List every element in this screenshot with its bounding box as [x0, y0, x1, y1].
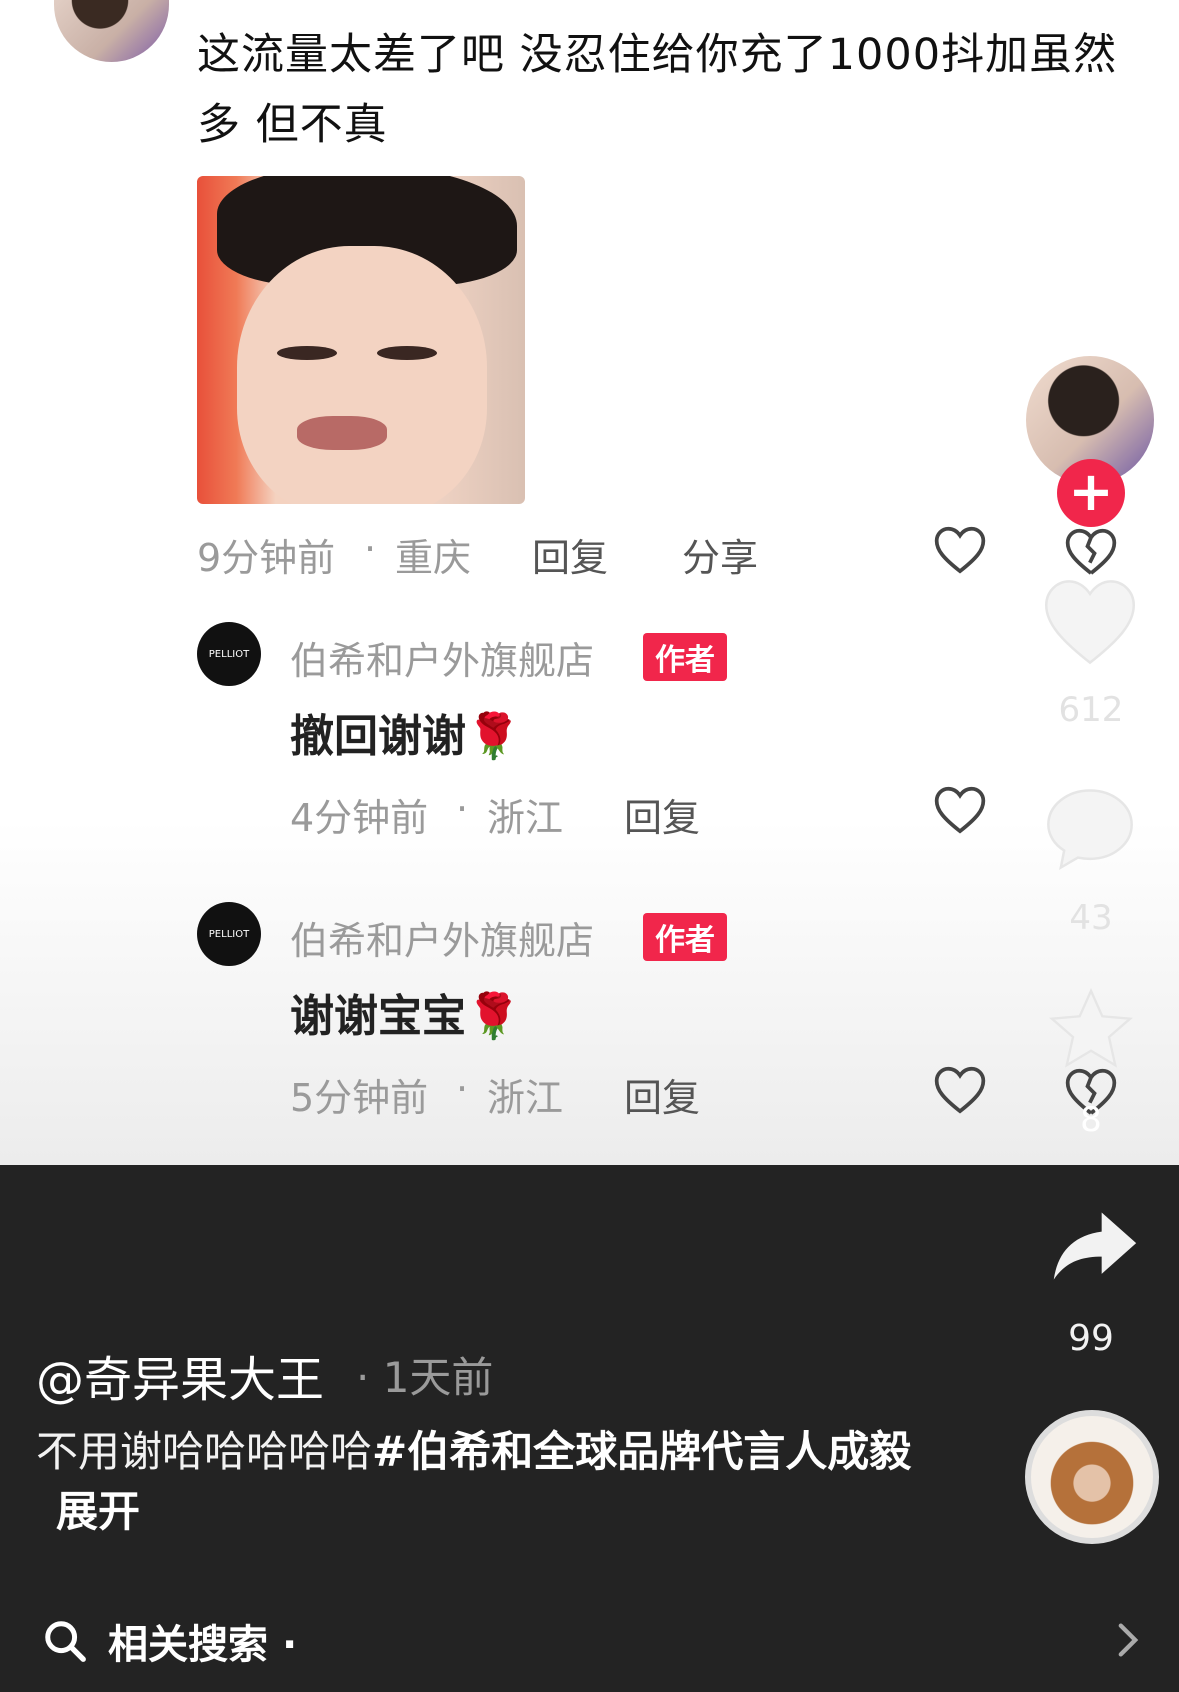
- related-search-bar[interactable]: 相关搜索 ·: [108, 1612, 297, 1670]
- caption-hashtag[interactable]: #伯希和全球品牌代言人成毅: [372, 1427, 911, 1476]
- reply-time: 5分钟前: [290, 1076, 429, 1120]
- caption-expand-button[interactable]: 展开: [56, 1487, 140, 1536]
- favorite-star-icon[interactable]: [1044, 985, 1138, 1075]
- reply-text: 撤回谢谢🌹: [290, 711, 521, 762]
- reply-author-name[interactable]: 伯希和户外旗舰店: [290, 630, 594, 685]
- reply-reply-button[interactable]: 回复: [624, 1067, 700, 1122]
- chevron-right-icon[interactable]: [1114, 1622, 1142, 1658]
- comment-time: 9分钟前: [197, 536, 336, 580]
- share-count: 99: [1068, 1318, 1114, 1359]
- reply-avatar[interactable]: PELLIOT: [197, 902, 261, 966]
- author-badge: 作者: [643, 633, 727, 681]
- comment-count: 43: [1069, 898, 1113, 938]
- comment-reply-button[interactable]: 回复: [532, 527, 608, 582]
- reply-time: 4分钟前: [290, 796, 429, 840]
- sticker-face: [237, 246, 487, 504]
- search-icon: [42, 1618, 88, 1664]
- post-caption: 不用谢哈哈哈哈哈#伯希和全球品牌代言人成毅展开: [36, 1422, 916, 1542]
- post-username[interactable]: @奇异果大王: [36, 1340, 324, 1410]
- reply-text: 谢谢宝宝🌹: [290, 991, 521, 1042]
- commenter-avatar[interactable]: [54, 0, 169, 62]
- reply-location: 浙江: [487, 1076, 564, 1120]
- comment-like-heart-icon[interactable]: [932, 523, 988, 575]
- post-time: · 1天前: [356, 1353, 494, 1402]
- comment-bubble-icon[interactable]: [1040, 782, 1140, 874]
- like-count: 612: [1058, 690, 1124, 730]
- music-disc-avatar[interactable]: [1025, 1410, 1159, 1544]
- reply-like-heart-icon[interactable]: [932, 783, 988, 835]
- related-search-separator: ·: [281, 1622, 298, 1668]
- caption-text: 不用谢哈哈哈哈哈: [36, 1427, 373, 1476]
- reply-dot: ·: [456, 1067, 469, 1111]
- reply-author-name[interactable]: 伯希和户外旗舰店: [290, 910, 594, 965]
- author-badge: 作者: [643, 913, 727, 961]
- post-time-value: 1天前: [382, 1353, 494, 1402]
- sticker-eye: [277, 346, 337, 360]
- sticker-mouth: [297, 416, 387, 450]
- like-heart-icon[interactable]: [1040, 575, 1140, 667]
- comment-location: 重庆: [395, 536, 472, 580]
- share-arrow-icon[interactable]: [1048, 1208, 1140, 1286]
- reply-reply-button[interactable]: 回复: [624, 787, 700, 842]
- favorite-count: 8: [1080, 1100, 1102, 1140]
- reply-avatar[interactable]: PELLIOT: [197, 622, 261, 686]
- sticker-eye: [377, 346, 437, 360]
- related-search-label: 相关搜索: [108, 1622, 268, 1668]
- comment-sticker-image[interactable]: [197, 176, 525, 504]
- comment-text: 这流量太差了吧 没忍住给你充了1000抖加虽然多 但不真: [197, 30, 1118, 150]
- comment-dot: ·: [364, 527, 377, 571]
- comment-share-button[interactable]: 分享: [682, 527, 758, 582]
- follow-button[interactable]: +: [1057, 459, 1125, 527]
- comment-overlay: 这流量太差了吧 没忍住给你充了1000抖加虽然多 但不真 9分钟前 · 重庆 回…: [0, 0, 1179, 1165]
- reply-like-heart-icon[interactable]: [932, 1063, 988, 1115]
- reply-dot: ·: [456, 787, 469, 831]
- reply-location: 浙江: [487, 796, 564, 840]
- comment-dislike-broken-heart-icon[interactable]: [1063, 525, 1119, 577]
